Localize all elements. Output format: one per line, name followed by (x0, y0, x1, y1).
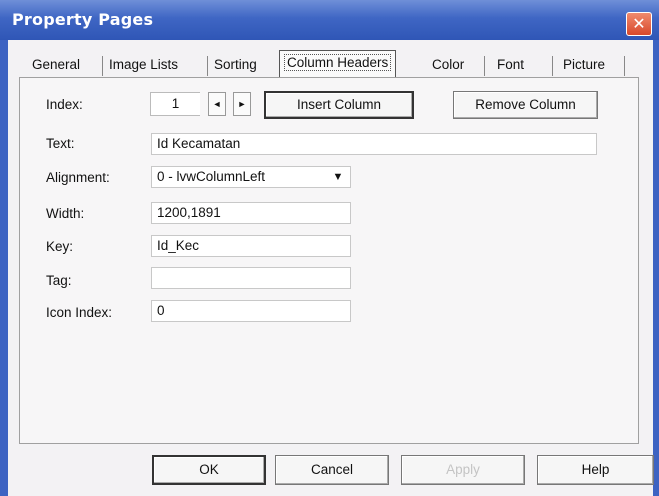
tab-image-lists[interactable]: Image Lists (109, 52, 178, 76)
apply-button[interactable]: Apply (401, 455, 525, 485)
key-field[interactable]: Id_Kec (151, 235, 351, 257)
tab-picture[interactable]: Picture (563, 52, 605, 76)
close-button[interactable]: ✕ (626, 12, 652, 36)
tab-color[interactable]: Color (432, 52, 464, 76)
alignment-select[interactable]: 0 - lvwColumnLeft (151, 166, 351, 188)
window-border-left (0, 40, 8, 496)
window-title: Property Pages (12, 10, 154, 29)
width-label: Width: (46, 206, 85, 221)
arrow-right-icon: ► (237, 99, 247, 109)
tab-general[interactable]: General (32, 52, 80, 76)
arrow-left-icon: ◄ (212, 99, 222, 109)
tab-separator (102, 56, 103, 76)
index-prev-button[interactable]: ◄ (208, 92, 226, 116)
tab-separator (207, 56, 208, 76)
remove-column-button[interactable]: Remove Column (453, 91, 598, 119)
ok-button[interactable]: OK (152, 455, 266, 485)
help-button[interactable]: Help (537, 455, 654, 485)
tab-separator (484, 56, 485, 76)
index-label: Index: (46, 97, 83, 112)
insert-column-button[interactable]: Insert Column (264, 91, 414, 119)
chevron-down-icon[interactable]: ▼ (327, 167, 349, 187)
tab-font[interactable]: Font (497, 52, 524, 76)
tab-column-headers-label: Column Headers (284, 54, 392, 71)
tab-separator (624, 56, 625, 76)
tag-label: Tag: (46, 273, 72, 288)
alignment-label: Alignment: (46, 170, 110, 185)
width-field[interactable]: 1200,1891 (151, 202, 351, 224)
text-label: Text: (46, 136, 75, 151)
tab-sorting[interactable]: Sorting (214, 52, 257, 76)
tab-column-headers[interactable]: Column Headers (279, 50, 397, 77)
icon-index-label: Icon Index: (46, 305, 113, 320)
title-bar: Property Pages ✕ (0, 0, 659, 40)
tab-separator (552, 56, 553, 76)
text-field[interactable]: Id Kecamatan (151, 133, 597, 155)
icon-index-field[interactable]: 0 (151, 300, 351, 322)
window-border-right (653, 40, 659, 496)
tag-field[interactable] (151, 267, 351, 289)
close-icon: ✕ (632, 14, 646, 33)
cancel-button[interactable]: Cancel (275, 455, 389, 485)
index-next-button[interactable]: ► (233, 92, 251, 116)
key-label: Key: (46, 239, 74, 254)
index-value[interactable]: 1 (150, 92, 200, 116)
